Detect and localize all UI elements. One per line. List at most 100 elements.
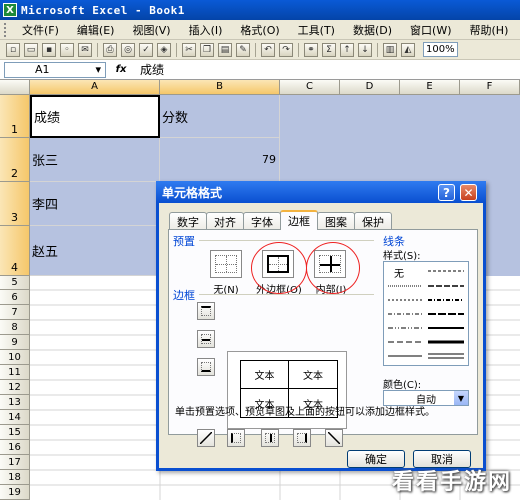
row-header-18[interactable]: 18 xyxy=(0,470,30,485)
row-header-10[interactable]: 10 xyxy=(0,350,30,365)
undo-icon[interactable]: ↶ xyxy=(261,42,275,57)
column-header-e[interactable]: E xyxy=(400,80,460,95)
menu-file[interactable]: 文件(F) xyxy=(13,22,68,38)
tab-patterns[interactable]: 图案 xyxy=(317,212,355,230)
print-preview-icon[interactable]: ◎ xyxy=(121,42,135,57)
row-header-8[interactable]: 8 xyxy=(0,320,30,335)
color-select[interactable]: 自动 ▼ xyxy=(383,390,469,406)
border-diagonal-down-button[interactable] xyxy=(325,429,343,447)
row-header-3[interactable]: 3 xyxy=(0,182,30,226)
cell-a3[interactable]: 李四 xyxy=(30,182,160,226)
menu-window[interactable]: 窗口(W) xyxy=(401,22,460,38)
new-icon[interactable]: ▫ xyxy=(6,42,20,57)
color-select-value: 自动 xyxy=(416,394,436,406)
zoom-select[interactable]: 100% xyxy=(423,42,458,57)
menu-view[interactable]: 视图(V) xyxy=(123,22,179,38)
column-header-f[interactable]: F xyxy=(460,80,520,95)
row-header-4[interactable]: 4 xyxy=(0,226,30,276)
standard-toolbar: ▫ ▭ ▪ ◦ ✉ ⎙ ◎ ✓ ◈ ✂ ❐ ▤ ✎ ↶ ↷ ⚭ Σ ↑ ↓ ▥ … xyxy=(0,40,520,60)
row-header-12[interactable]: 12 xyxy=(0,380,30,395)
row-header-1[interactable]: 1 xyxy=(0,95,30,138)
dialog-title[interactable]: 单元格格式 xyxy=(156,181,486,203)
open-icon[interactable]: ▭ xyxy=(24,42,38,57)
paste-icon[interactable]: ▤ xyxy=(218,42,232,57)
border-diagonal-up-button[interactable] xyxy=(197,429,215,447)
cell-b2[interactable]: 79 xyxy=(160,138,280,182)
preset-none-button[interactable] xyxy=(210,250,242,278)
row-header-2[interactable]: 2 xyxy=(0,138,30,182)
name-box[interactable]: A1 ▾ xyxy=(4,61,106,78)
help-button[interactable]: ? xyxy=(438,184,455,201)
cell-a2[interactable]: 张三 xyxy=(30,138,160,182)
border-right-button[interactable] xyxy=(293,429,311,447)
line-style-list[interactable]: 无 xyxy=(383,261,469,366)
border-divider xyxy=(199,294,374,295)
row-header-15[interactable]: 15 xyxy=(0,425,30,440)
format-painter-icon[interactable]: ✎ xyxy=(236,42,250,57)
formula-input[interactable]: 成绩 xyxy=(136,61,164,78)
menu-help[interactable]: 帮助(H) xyxy=(461,22,518,38)
toolbar-separator xyxy=(377,42,378,57)
cell-a1[interactable]: 成绩 xyxy=(30,95,160,138)
fx-icon[interactable]: fx xyxy=(106,64,136,75)
tab-alignment[interactable]: 对齐 xyxy=(206,212,244,230)
toolbar-separator xyxy=(298,42,299,57)
formula-bar: A1 ▾ fx 成绩 xyxy=(0,60,520,80)
sort-descending-icon[interactable]: ↓ xyxy=(358,42,372,57)
row-header-11[interactable]: 11 xyxy=(0,365,30,380)
preset-section-label: 预置 xyxy=(173,235,195,248)
column-header-c[interactable]: C xyxy=(280,80,340,95)
menu-format[interactable]: 格式(O) xyxy=(231,22,288,38)
cell-b1[interactable]: 分数 xyxy=(160,95,280,138)
border-left-button[interactable] xyxy=(227,429,245,447)
border-section-label: 边框 xyxy=(173,289,195,302)
copy-icon[interactable]: ❐ xyxy=(200,42,214,57)
tab-border[interactable]: 边框 xyxy=(280,210,318,230)
chevron-down-icon[interactable]: ▾ xyxy=(95,63,101,76)
sort-ascending-icon[interactable]: ↑ xyxy=(340,42,354,57)
row-header-19[interactable]: 19 xyxy=(0,485,30,500)
tab-font[interactable]: 字体 xyxy=(243,212,281,230)
tab-protection[interactable]: 保护 xyxy=(354,212,392,230)
print-icon[interactable]: ⎙ xyxy=(103,42,117,57)
menu-data[interactable]: 数据(D) xyxy=(344,22,401,38)
row-header-6[interactable]: 6 xyxy=(0,290,30,305)
close-button[interactable]: ✕ xyxy=(460,184,477,201)
chevron-down-icon[interactable]: ▼ xyxy=(454,391,468,405)
tab-number[interactable]: 数字 xyxy=(169,212,207,230)
autosum-icon[interactable]: Σ xyxy=(322,42,336,57)
select-all-corner[interactable] xyxy=(0,80,30,95)
chart-wizard-icon[interactable]: ▥ xyxy=(383,42,397,57)
hyperlink-icon[interactable]: ⚭ xyxy=(304,42,318,57)
border-bottom-button[interactable] xyxy=(197,358,215,376)
row-header-9[interactable]: 9 xyxy=(0,335,30,350)
window-title-bar: X Microsoft Excel - Book1 xyxy=(0,0,520,20)
cell-a4[interactable]: 赵五 xyxy=(30,226,160,276)
drawing-icon[interactable]: ◭ xyxy=(401,42,415,57)
row-header-16[interactable]: 16 xyxy=(0,440,30,455)
row-header-5[interactable]: 5 xyxy=(0,276,30,290)
menu-tools[interactable]: 工具(T) xyxy=(289,22,344,38)
border-inside-vertical-button[interactable] xyxy=(261,429,279,447)
redo-icon[interactable]: ↷ xyxy=(279,42,293,57)
line-style-swatches[interactable] xyxy=(384,262,470,367)
menu-edit[interactable]: 编辑(E) xyxy=(68,22,124,38)
cut-icon[interactable]: ✂ xyxy=(182,42,196,57)
email-icon[interactable]: ✉ xyxy=(78,42,92,57)
column-header-d[interactable]: D xyxy=(340,80,400,95)
row-header-14[interactable]: 14 xyxy=(0,410,30,425)
menu-insert[interactable]: 插入(I) xyxy=(180,22,232,38)
row-header-7[interactable]: 7 xyxy=(0,305,30,320)
column-header-a[interactable]: A xyxy=(30,80,160,95)
permission-icon[interactable]: ◦ xyxy=(60,42,74,57)
row-header-17[interactable]: 17 xyxy=(0,455,30,470)
save-icon[interactable]: ▪ xyxy=(42,42,56,57)
spelling-icon[interactable]: ✓ xyxy=(139,42,153,57)
border-inside-horizontal-button[interactable] xyxy=(197,330,215,348)
column-header-b[interactable]: B xyxy=(160,80,280,95)
border-top-icon xyxy=(201,306,211,316)
border-top-button[interactable] xyxy=(197,302,215,320)
row-header-13[interactable]: 13 xyxy=(0,395,30,410)
research-icon[interactable]: ◈ xyxy=(157,42,171,57)
border-tab-panel: 预置 无(N) 外边框(O) 内部(I) 边框 文本 文本 文本 文本 线条 样… xyxy=(168,229,478,447)
